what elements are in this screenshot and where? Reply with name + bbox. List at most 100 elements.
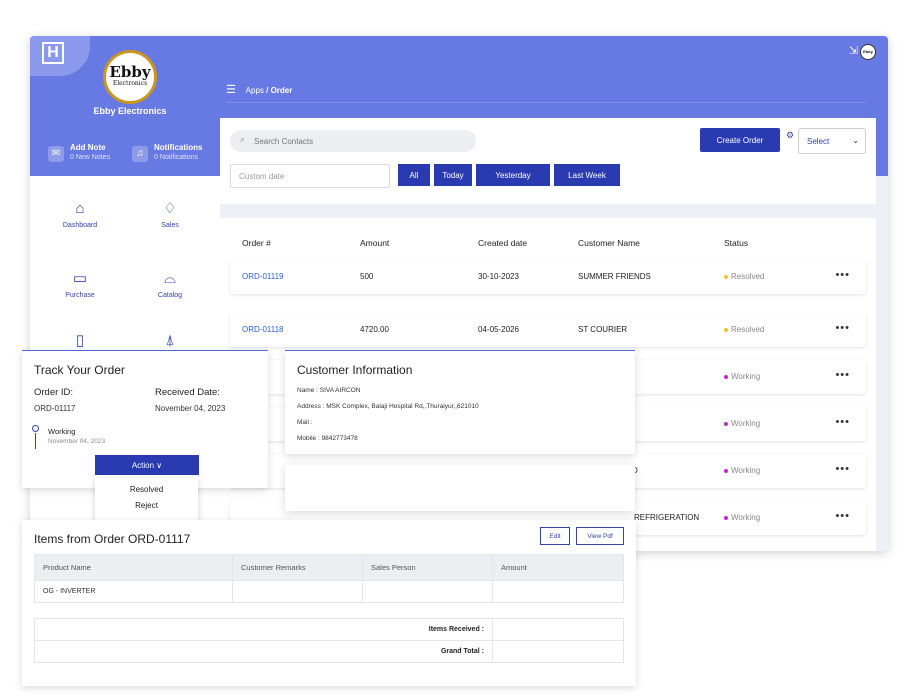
customer-remarks (232, 580, 363, 603)
timeline-date: November 04, 2023 (48, 438, 106, 445)
status-badge: Working (724, 466, 760, 475)
status-badge: Resolved (724, 325, 764, 334)
filter-today-button[interactable]: Today (434, 164, 472, 186)
mail-icon: ✉ (48, 146, 64, 162)
edit-button[interactable]: Edit (540, 527, 570, 545)
search-input[interactable] (254, 134, 464, 148)
menu-item-reject[interactable]: Reject (95, 501, 198, 510)
items-received-row: Items Received : (34, 618, 624, 641)
customer-name: Name : SIVA AIRCON (297, 387, 361, 394)
select-dropdown[interactable]: Select ⌄ (798, 128, 866, 154)
status-badge: Working (724, 419, 760, 428)
sidebar-item-sales[interactable]: ♢ Sales (125, 200, 215, 229)
status-text: Working (731, 466, 761, 475)
sidebar-item-document[interactable]: ▯ (35, 332, 125, 350)
menu-item-resolved[interactable]: Resolved (95, 485, 198, 494)
avatar[interactable]: Ebby (860, 44, 876, 60)
add-note-button[interactable]: ✉ Add Note 0 New Notes (48, 140, 128, 168)
status-text: Working (731, 372, 761, 381)
grand-total-row: Grand Total : (34, 640, 624, 663)
custom-date-field[interactable]: Custom date (230, 164, 390, 188)
timeline-line (35, 433, 36, 449)
sidebar-item-label: Catalog (157, 292, 183, 299)
menu-icon[interactable]: ☰ (226, 84, 236, 96)
notifications-button[interactable]: ♫ Notifications 0 Notifications (132, 140, 222, 168)
column-header-order: Order # (242, 238, 271, 248)
order-id-link[interactable]: ORD-01118 (242, 325, 284, 334)
sidebar-item-compass[interactable]: ⍋ (125, 332, 215, 350)
search-icon: ⌕ (240, 134, 246, 144)
grand-total-value (492, 640, 624, 663)
more-icon[interactable]: ••• (835, 269, 850, 281)
header-divider (226, 102, 866, 103)
status-text: Resolved (731, 272, 765, 281)
timeline-status: Working (48, 427, 76, 436)
received-date-value: November 04, 2023 (155, 404, 226, 413)
add-note-count: 0 New Notes (70, 154, 111, 161)
home-icon: ⌂ (75, 200, 85, 217)
column-header-amount: Amount (492, 554, 624, 581)
column-header-product: Product Name (34, 554, 233, 581)
status-dot (724, 327, 728, 332)
table-row: OG - INVERTER (34, 580, 624, 603)
track-title: Track Your Order (34, 363, 125, 377)
order-id-link[interactable]: ORD-01119 (242, 272, 284, 281)
breadcrumb-current: Order (270, 86, 293, 95)
bag-icon: ⌓ (164, 270, 176, 287)
status-badge: Working (724, 372, 760, 381)
status-badge: Resolved (724, 272, 764, 281)
filter-yesterday-button[interactable]: Yesterday (476, 164, 550, 186)
more-icon[interactable]: ••• (835, 369, 850, 381)
sidebar-item-purchase[interactable]: ▭ Purchase (35, 270, 125, 299)
item-amount (492, 580, 624, 603)
bell-icon: ♫ (132, 146, 148, 162)
filter-last-week-button[interactable]: Last Week (554, 164, 620, 186)
status-dot (724, 421, 728, 426)
action-button[interactable]: Action ∨ (95, 455, 199, 475)
more-icon[interactable]: ••• (835, 463, 850, 475)
status-dot (724, 515, 728, 520)
table-row[interactable]: ORD-01118 4720.00 04-05-2026 ST COURIER … (230, 313, 866, 347)
column-header-sales-person: Sales Person (362, 554, 493, 581)
column-header-remarks: Customer Remarks (232, 554, 363, 581)
quick-actions: ✉ Add Note 0 New Notes ♫ Notifications 0… (48, 140, 218, 168)
order-customer: REFRIGERATION (634, 513, 700, 522)
more-icon[interactable]: ••• (835, 510, 850, 522)
breadcrumb-sep: / (263, 86, 271, 95)
more-icon[interactable]: ••• (835, 416, 850, 428)
create-order-button[interactable]: Create Order (700, 128, 780, 152)
gear-icon[interactable]: ⚙ (786, 130, 794, 141)
compass-icon: ⍋ (165, 332, 175, 349)
breadcrumb-parent[interactable]: Apps (246, 86, 264, 95)
order-date: 04-05-2026 (478, 325, 519, 334)
sidebar-item-label: Sales (161, 222, 179, 229)
items-header-row: Product Name Customer Remarks Sales Pers… (34, 554, 624, 581)
column-header-customer-name: Customer Name (578, 238, 640, 248)
order-id-label: Order ID: (34, 387, 74, 398)
order-amount: 4720.00 (360, 325, 389, 334)
customer-mobile: Mobile : 9842773478 (297, 435, 358, 442)
grand-total-label: Grand Total : (34, 640, 493, 663)
company-name: Ebby Electronics (93, 106, 167, 116)
items-received-label: Items Received : (34, 618, 493, 641)
table-row[interactable]: ORD-01119 500 30-10-2023 SUMMER FRIENDS … (230, 260, 866, 294)
select-value: Select (807, 137, 830, 146)
order-amount: 500 (360, 272, 374, 281)
app-logo-icon[interactable]: H (42, 42, 64, 64)
sidebar-item-dashboard[interactable]: ⌂ Dashboard (35, 200, 125, 229)
status-dot (724, 274, 728, 279)
view-pdf-button[interactable]: View Pdf (576, 527, 624, 545)
sidebar-item-label: Dashboard (62, 222, 98, 229)
status-text: Resolved (731, 325, 765, 334)
status-badge: Working (724, 513, 760, 522)
more-icon[interactable]: ••• (835, 322, 850, 334)
status-text: Working (731, 419, 761, 428)
column-header-created-date: Created date (478, 238, 528, 248)
sidebar-item-catalog[interactable]: ⌓ Catalog (125, 270, 215, 299)
logo-word: Ebby (109, 63, 151, 81)
track-order-card: Track Your Order Order ID: Received Date… (22, 350, 268, 488)
column-header-status: Status (724, 238, 749, 248)
collapse-icon[interactable]: ⇲ (849, 44, 858, 57)
filter-all-button[interactable]: All (398, 164, 430, 186)
customer-mail: Mail : (297, 419, 313, 426)
